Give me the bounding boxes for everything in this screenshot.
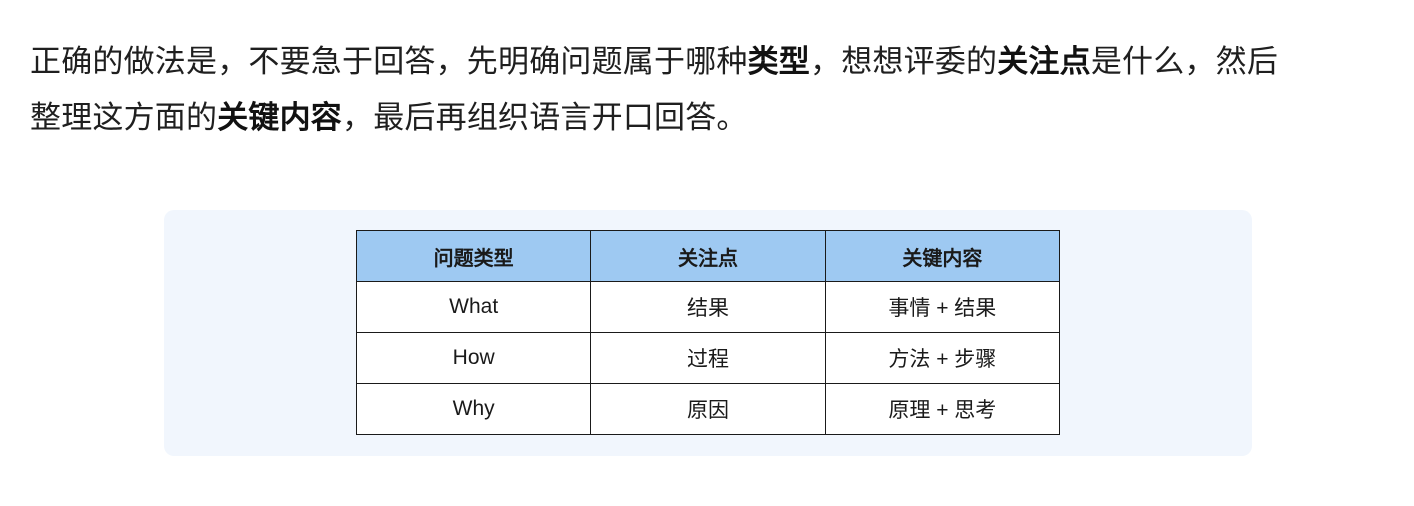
intro-text: ，想想评委的	[810, 44, 998, 80]
table-row: Why 原因 原理 + 思考	[355, 383, 1061, 435]
cell-key-content: 事情 + 结果	[824, 281, 1061, 333]
intro-text: 是什么，然后	[1090, 44, 1279, 80]
question-type-table: 问题类型 关注点 关键内容 What 结果 事情 + 结果 How 过程 方法 …	[355, 230, 1061, 435]
cell-focus: 过程	[590, 332, 826, 384]
cell-focus: 结果	[590, 281, 826, 333]
intro-paragraph: 正确的做法是，不要急于回答，先明确问题属于哪种类型，想想评委的关注点是什么，然后…	[30, 34, 1394, 146]
cell-question-type: What	[355, 281, 592, 333]
intro-line-1: 正确的做法是，不要急于回答，先明确问题属于哪种类型，想想评委的关注点是什么，然后	[30, 34, 1394, 90]
intro-bold-type: 类型	[747, 44, 811, 80]
intro-text: 整理这方面的	[30, 100, 218, 136]
header-focus: 关注点	[590, 230, 826, 282]
intro-text: ，最后再组织语言开口回答。	[342, 100, 748, 136]
cell-question-type: How	[355, 332, 592, 384]
intro-line-2: 整理这方面的关键内容，最后再组织语言开口回答。	[30, 90, 1394, 146]
intro-bold-focus: 关注点	[997, 44, 1091, 80]
table-row: What 结果 事情 + 结果	[355, 281, 1061, 333]
table-header-row: 问题类型 关注点 关键内容	[355, 230, 1061, 282]
cell-question-type: Why	[355, 383, 592, 435]
header-key-content: 关键内容	[824, 230, 1061, 282]
cell-focus: 原因	[590, 383, 826, 435]
header-question-type: 问题类型	[355, 230, 592, 282]
cell-key-content: 原理 + 思考	[824, 383, 1061, 435]
intro-text: 正确的做法是，不要急于回答，先明确问题属于哪种	[30, 44, 748, 80]
intro-bold-key-content: 关键内容	[217, 100, 343, 136]
cell-key-content: 方法 + 步骤	[824, 332, 1061, 384]
table-row: How 过程 方法 + 步骤	[355, 332, 1061, 384]
